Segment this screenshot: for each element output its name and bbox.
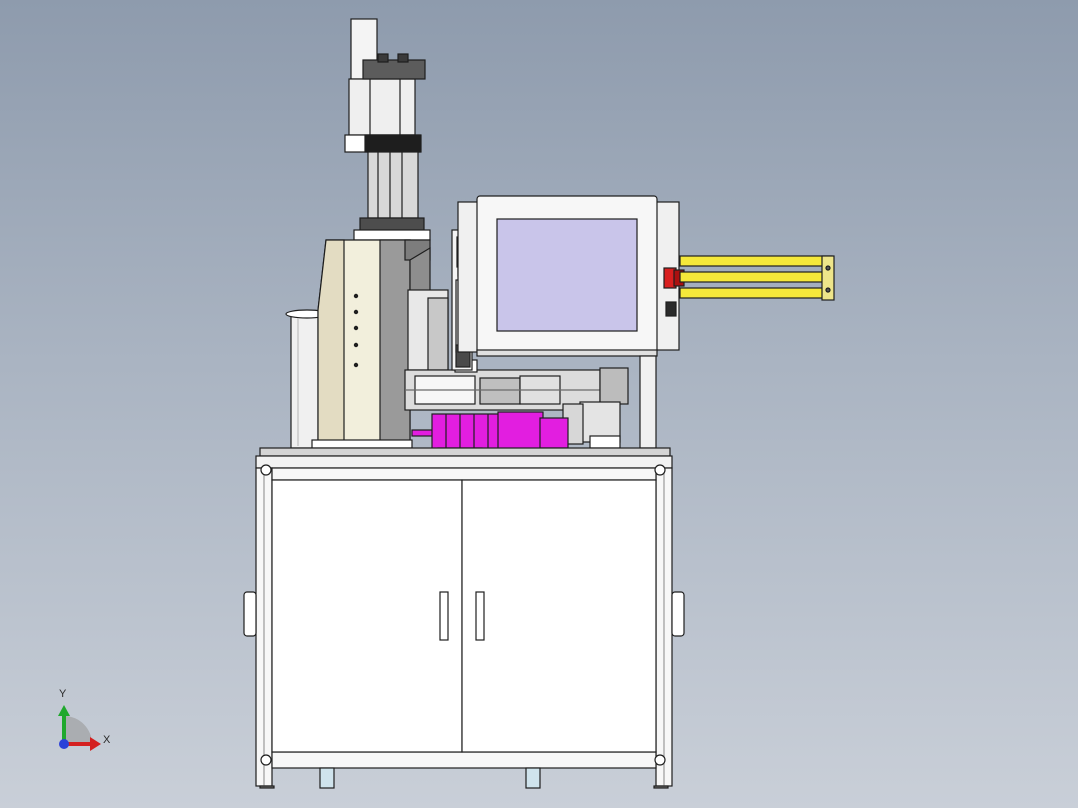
machine-model[interactable] <box>0 0 1078 808</box>
leveling-foot[interactable] <box>259 767 669 789</box>
side-handle-right[interactable] <box>671 591 685 637</box>
door-handle-right <box>475 591 485 641</box>
cabinet-door-left[interactable] <box>271 479 463 753</box>
door-handle-left <box>439 591 449 641</box>
pneumatic-press-cylinder[interactable] <box>344 18 426 153</box>
press-ram-column[interactable] <box>353 151 431 241</box>
safety-light-curtain[interactable] <box>679 255 835 301</box>
cabinet-door-right[interactable] <box>461 479 657 753</box>
axis-triad <box>58 705 101 751</box>
x-axis-label: X <box>103 734 111 746</box>
y-axis-label: Y <box>59 688 67 700</box>
origin-dot <box>59 739 69 749</box>
y-axis-arrow <box>62 714 66 742</box>
side-handle-left[interactable] <box>243 591 257 637</box>
cad-viewport[interactable]: Y X <box>0 0 1078 808</box>
top-plate <box>259 447 671 457</box>
